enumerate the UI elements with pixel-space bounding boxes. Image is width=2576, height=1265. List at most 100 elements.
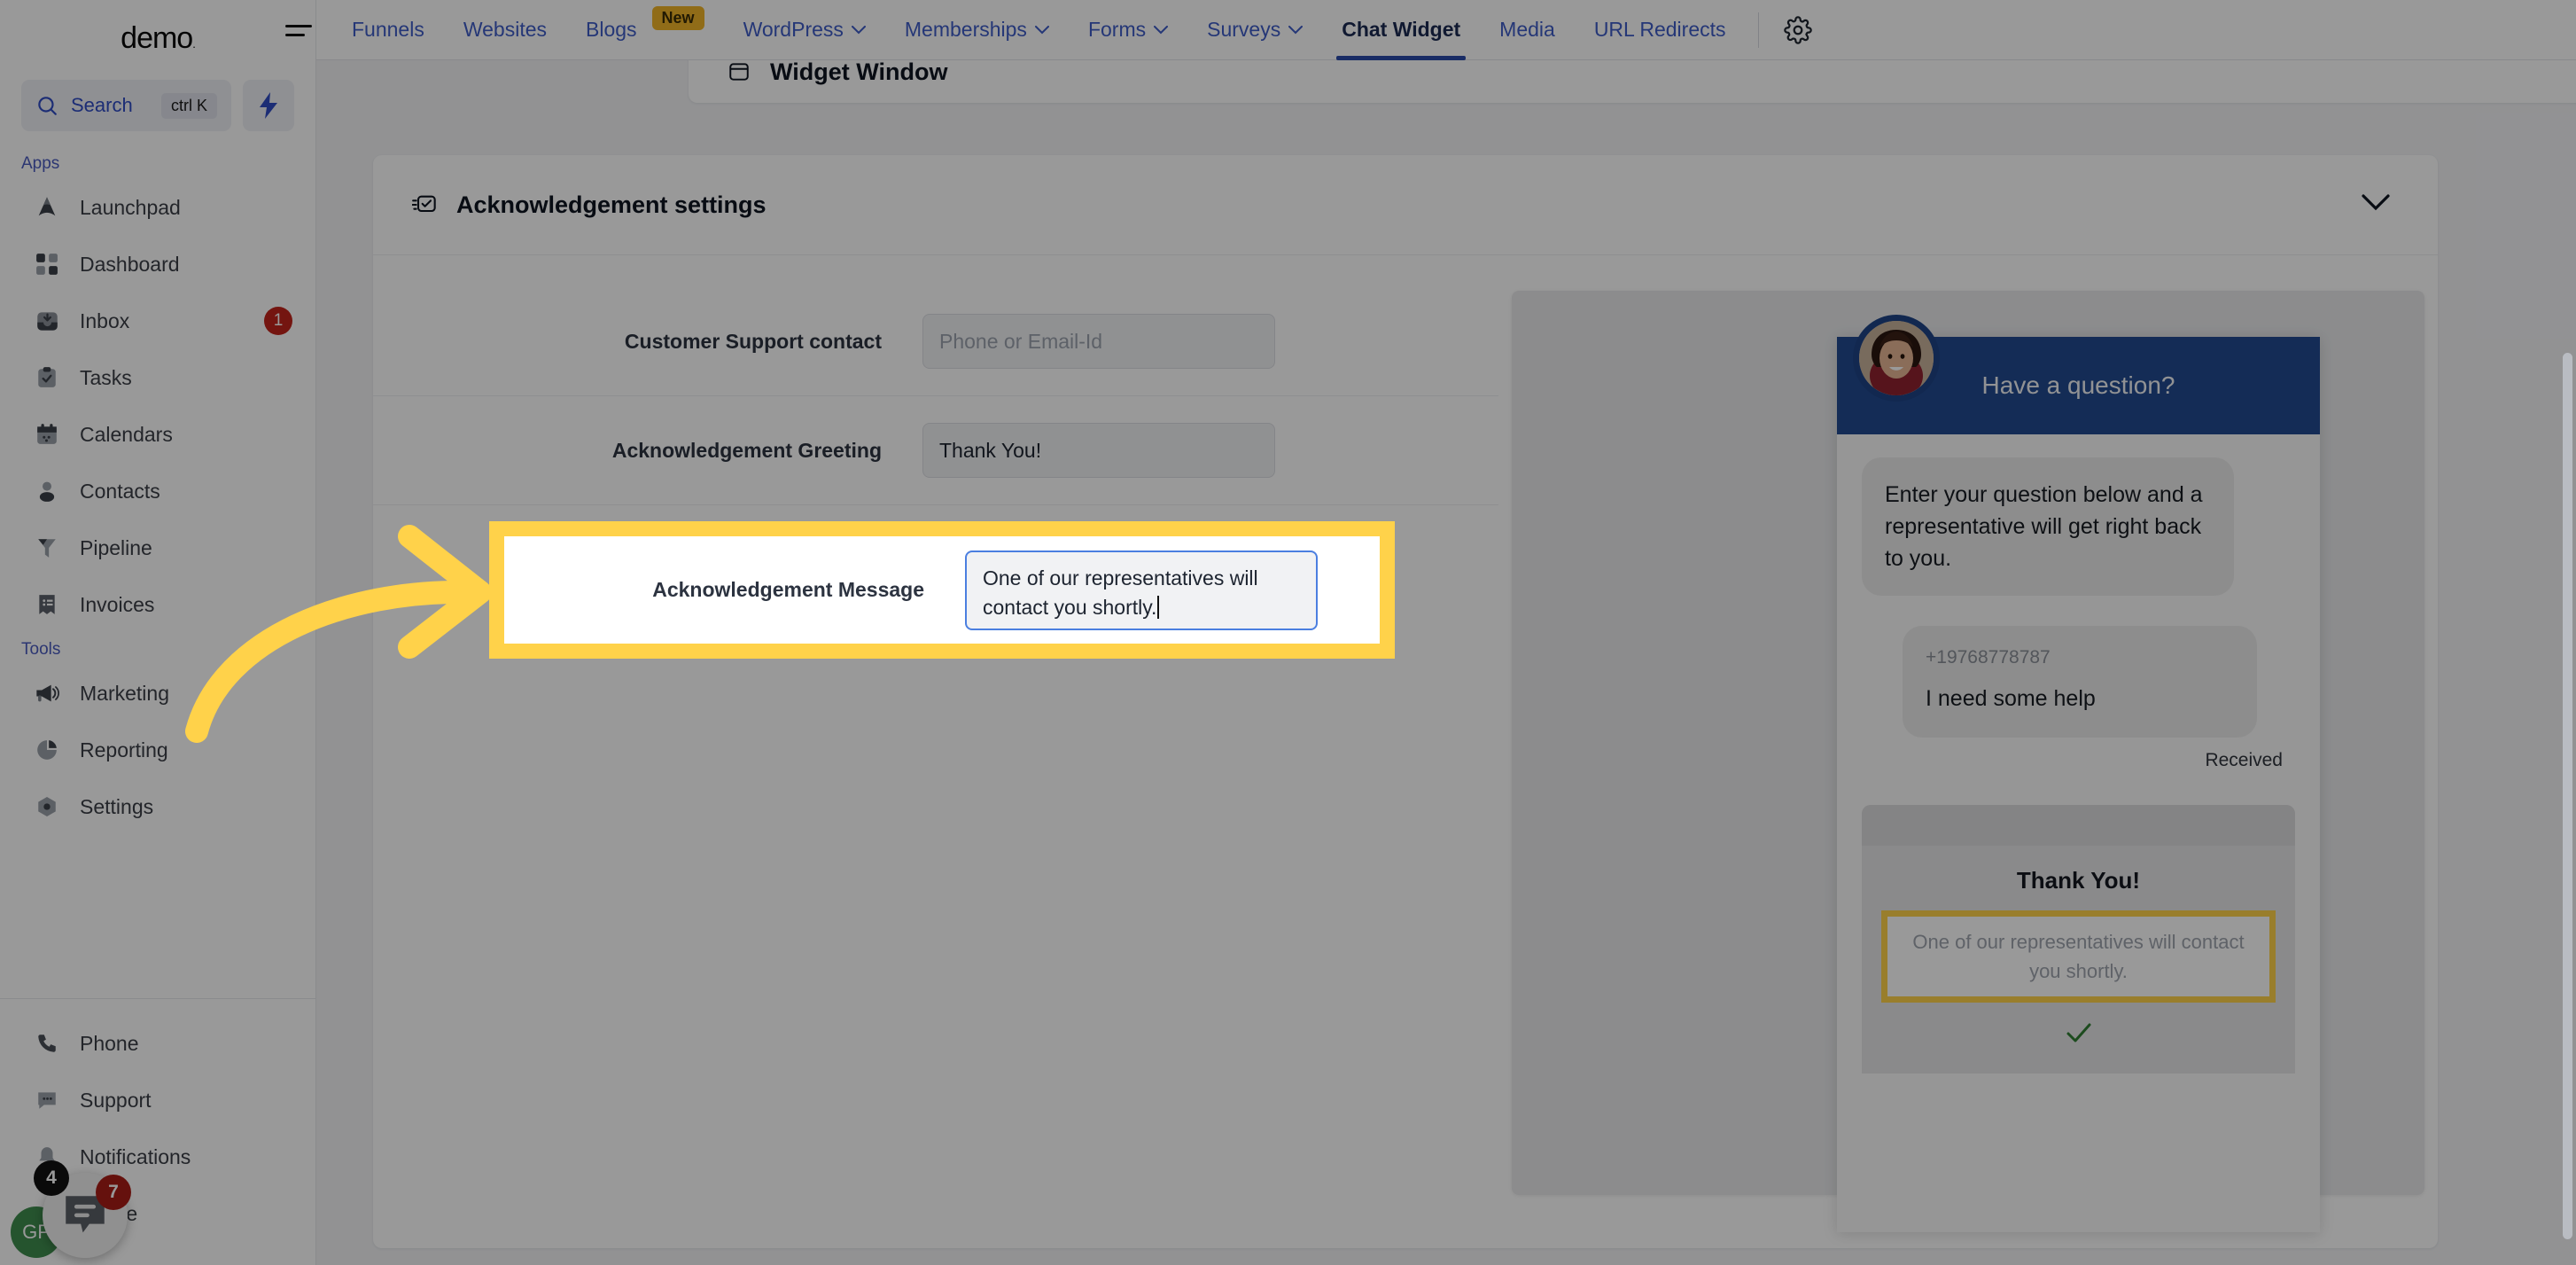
chat-launcher-button[interactable]: 7 4 — [34, 1160, 131, 1258]
tab-funnels[interactable]: Funnels — [332, 0, 444, 60]
widget-body: Enter your question below and a represen… — [1837, 434, 2320, 1074]
section-title: Acknowledgement settings — [456, 191, 767, 218]
acknowledgement-message-input[interactable]: One of our representatives will contact … — [965, 550, 1318, 630]
search-input[interactable]: Search ctrl K — [21, 80, 231, 131]
new-badge: New — [651, 6, 704, 30]
tab-label: Memberships — [904, 18, 1027, 41]
search-icon — [38, 97, 57, 115]
tab-label: Surveys — [1207, 18, 1281, 41]
inbound-message-text: I need some help — [1926, 686, 2096, 711]
widget-title: Have a question? — [1981, 371, 2175, 399]
sidebar-item-inbox[interactable]: Inbox 1 — [0, 293, 315, 349]
settings-button[interactable] — [1771, 15, 1825, 44]
acknowledgement-message-highlight: One of our representatives will contact … — [1881, 910, 2276, 1003]
brand-name: demo — [121, 20, 193, 55]
acknowledgement-preview-card: Thank You! One of our representatives wi… — [1862, 805, 2295, 1074]
launcher-badge-count: 7 — [96, 1175, 131, 1210]
highlight-box-acknowledgement-message: Acknowledgement Message One of our repre… — [489, 521, 1395, 659]
sidebar-item-phone[interactable]: Phone — [0, 1015, 315, 1072]
text-caret — [1157, 595, 1160, 619]
settings-form: Customer Support contact Phone or Email-… — [373, 287, 1498, 1195]
rocket-icon — [34, 194, 60, 221]
sidebar-item-dashboard[interactable]: Dashboard — [0, 236, 315, 293]
tab-label: Media — [1499, 18, 1555, 41]
sidebar-item-support[interactable]: Support — [0, 1072, 315, 1128]
section-body: Customer Support contact Phone or Email-… — [373, 254, 2438, 1248]
widget-header: Have a question? — [1837, 315, 2320, 434]
sidebar-item-label: Inbox — [80, 308, 130, 332]
sidebar-item-settings[interactable]: Settings — [0, 778, 315, 835]
tab-label: Funnels — [352, 18, 424, 41]
clipboard-check-icon — [34, 364, 60, 391]
tab-url-redirects[interactable]: URL Redirects — [1575, 0, 1746, 60]
tab-media[interactable]: Media — [1480, 0, 1575, 60]
sidebar-item-tasks[interactable]: Tasks — [0, 349, 315, 406]
lightning-bolt-icon — [260, 92, 277, 119]
sidebar-item-launchpad[interactable]: Launchpad — [0, 179, 315, 236]
hamburger-menu-icon[interactable] — [285, 18, 312, 43]
sidebar-item-calendars[interactable]: Calendars — [0, 406, 315, 463]
section-title: Widget Window — [770, 60, 948, 85]
section-header[interactable]: Acknowledgement settings — [373, 155, 2438, 254]
search-shortcut: ctrl K — [160, 92, 217, 119]
field-label: Acknowledgement Message — [652, 578, 924, 601]
phone-icon — [34, 1030, 60, 1057]
gear-hex-icon — [34, 793, 60, 820]
tab-websites[interactable]: Websites — [444, 0, 566, 60]
sidebar-item-label: Contacts — [80, 479, 160, 503]
person-icon — [34, 478, 60, 504]
grid-icon — [34, 251, 60, 277]
sidebar-item-label: Launchpad — [80, 195, 181, 219]
chevron-down-icon — [1154, 25, 1169, 34]
field-row-acknowledgement-greeting: Acknowledgement Greeting Thank You! — [373, 396, 1498, 505]
tab-label: Chat Widget — [1342, 18, 1461, 41]
status-badge: 1 — [264, 307, 292, 335]
message-status: Received — [2205, 750, 2283, 770]
tab-chat-widget[interactable]: Chat Widget — [1322, 0, 1480, 60]
curved-arrow-right-icon — [185, 525, 492, 743]
inbound-message-bubble: +19768778787 I need some help — [1903, 626, 2257, 738]
sidebar-item-label: Settings — [80, 794, 154, 818]
vertical-scrollbar[interactable] — [2563, 353, 2572, 1239]
acknowledgement-greeting-preview: Thank You! — [2016, 867, 2141, 894]
quick-actions-button[interactable] — [243, 80, 294, 131]
gear-icon — [1783, 15, 1812, 44]
intro-message-bubble: Enter your question below and a represen… — [1862, 457, 2234, 596]
megaphone-icon — [34, 680, 60, 707]
invoice-icon — [34, 591, 60, 618]
tab-label: Blogs — [586, 18, 637, 41]
widget-window-section[interactable]: Widget Window — [689, 60, 2576, 103]
funnel-icon — [34, 535, 60, 561]
widget-preview-column: Have a question? Enter your question bel… — [1498, 287, 2438, 1232]
inbox-icon — [34, 308, 60, 334]
tab-memberships[interactable]: Memberships — [885, 0, 1069, 60]
check-icon — [1862, 1003, 2295, 1050]
calendar-icon — [34, 421, 60, 448]
sidebar-bottom: Phone Support Notifications Profile GP — [0, 998, 315, 1265]
tab-label: URL Redirects — [1593, 18, 1726, 41]
acknowledgement-message-preview: One of our representatives will contact … — [1912, 931, 2245, 982]
field-label: Customer Support contact — [624, 330, 882, 353]
app-root: demo. Search ctrl K Apps Launchpad Dashb… — [0, 0, 2576, 1265]
pie-chart-icon — [34, 737, 60, 763]
tab-blogs[interactable]: Blogs New — [566, 0, 724, 60]
tab-surveys[interactable]: Surveys — [1187, 0, 1322, 60]
sidebar-section-label-apps: Apps — [21, 154, 60, 173]
tab-forms[interactable]: Forms — [1069, 0, 1187, 60]
tab-label: Websites — [463, 18, 547, 41]
notification-badge-count: 4 — [34, 1160, 69, 1196]
window-icon — [728, 60, 751, 83]
chevron-down-icon[interactable] — [2353, 185, 2399, 224]
brand-logo[interactable]: demo. — [0, 0, 315, 76]
customer-support-contact-input[interactable]: Phone or Email-Id — [922, 314, 1275, 369]
card-top-strip — [1862, 805, 2295, 846]
acknowledgement-greeting-input[interactable]: Thank You! — [922, 423, 1275, 478]
agent-avatar-icon — [1853, 315, 1940, 402]
sidebar-item-label: Calendars — [80, 422, 173, 446]
top-navigation: Funnels Websites Blogs New WordPress Mem… — [285, 0, 2576, 60]
divider — [1757, 12, 1759, 48]
tab-wordpress[interactable]: WordPress — [724, 0, 885, 60]
search-label: Search — [71, 94, 133, 116]
tab-label: Forms — [1087, 18, 1147, 41]
sender-phone: +19768778787 — [1926, 647, 2051, 668]
